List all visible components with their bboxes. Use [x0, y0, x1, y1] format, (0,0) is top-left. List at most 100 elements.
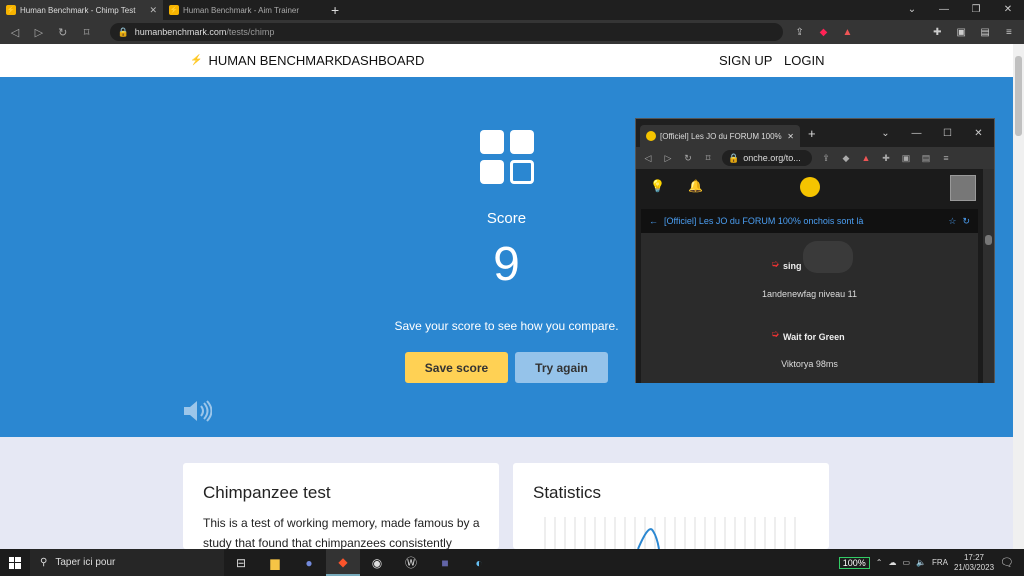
maximize-icon[interactable]: ☐: [932, 128, 963, 139]
restore-icon[interactable]: ❐: [960, 0, 992, 20]
arrow-sticker-icon: ➭: [771, 329, 780, 340]
language-indicator[interactable]: FRA: [932, 558, 948, 567]
file-explorer-icon[interactable]: ▆: [258, 549, 292, 576]
url-bar[interactable]: 🔒 humanbenchmark.com/tests/chimp: [109, 23, 783, 41]
tab-search-icon[interactable]: ⌄: [870, 128, 901, 139]
windows-taskbar: ⚲ Taper ici pour ⊟ ▆ ● ◆ ◉ Ⓦ ■ ◐ 100% ⌃ …: [0, 549, 1024, 576]
thread-header[interactable]: ← [Officiel] Les JO du FORUM 100% onchoi…: [641, 209, 978, 233]
scrollbar-thumb[interactable]: [1015, 56, 1022, 136]
new-tab-icon[interactable]: +: [808, 126, 816, 141]
sound-icon[interactable]: [182, 400, 212, 422]
brand-link[interactable]: ⚡ HUMAN BENCHMARK: [190, 53, 343, 68]
popup-tab-bar: [Officiel] Les JO du FORUM 100% ✕ + ⌄ — …: [636, 119, 994, 147]
close-window-icon[interactable]: ✕: [963, 128, 994, 139]
forward-icon[interactable]: ▷: [32, 26, 46, 39]
dashboard-link[interactable]: DASHBOARD: [342, 53, 424, 68]
wallet-icon[interactable]: ▤: [978, 27, 992, 38]
login-link[interactable]: LOGIN: [784, 53, 824, 68]
brave-rewards-icon[interactable]: ▲: [840, 27, 854, 38]
taskbar-search[interactable]: ⚲ Taper ici pour: [30, 549, 224, 576]
bolt-icon: ⚡: [190, 55, 203, 66]
reload-icon[interactable]: ↻: [56, 26, 70, 39]
close-tab-icon[interactable]: ✕: [149, 5, 157, 16]
back-icon[interactable]: ◁: [8, 26, 22, 39]
taskbar-app-icon[interactable]: ◉: [360, 549, 394, 576]
lightbulb-icon[interactable]: 💡: [650, 179, 665, 193]
extensions-icon[interactable]: ✚: [880, 153, 892, 164]
tab-chimp-test[interactable]: ⚡ Human Benchmark - Chimp Test ✕: [0, 0, 163, 20]
brave-browser-icon[interactable]: ◆: [326, 549, 360, 576]
lock-icon: 🔒: [117, 26, 129, 37]
search-icon: ⚲: [40, 557, 48, 568]
minimize-icon[interactable]: —: [928, 0, 960, 20]
card-title: Chimpanzee test: [203, 483, 331, 502]
share-icon[interactable]: ⇪: [820, 153, 832, 164]
windows-start-icon[interactable]: [0, 556, 30, 569]
sidebar-icon[interactable]: ▣: [900, 153, 912, 164]
bell-icon[interactable]: 🔔: [688, 179, 703, 193]
browser-tab-bar: ⚡ Human Benchmark - Chimp Test ✕ ⚡ Human…: [0, 0, 1024, 20]
info-card: Chimpanzee test This is a test of workin…: [183, 463, 499, 550]
popup-browser-window: [Officiel] Les JO du FORUM 100% ✕ + ⌄ — …: [635, 118, 995, 383]
teams-icon[interactable]: ■: [428, 549, 462, 576]
notifications-icon[interactable]: 🗨: [1000, 556, 1014, 569]
close-tab-icon[interactable]: ✕: [787, 132, 794, 141]
popup-scrollbar[interactable]: [983, 169, 994, 383]
scrollbar-thumb[interactable]: [985, 235, 992, 245]
try-again-button[interactable]: Try again: [515, 352, 608, 383]
tab-title: Human Benchmark - Chimp Test: [20, 5, 136, 15]
tab-search-icon[interactable]: ⌄: [896, 0, 928, 20]
forward-icon[interactable]: ▷: [662, 153, 674, 164]
star-icon[interactable]: ☆: [948, 216, 956, 227]
statistics-title: Statistics: [533, 483, 602, 502]
battery-indicator[interactable]: 100%: [838, 556, 870, 569]
avatar[interactable]: [950, 175, 976, 201]
popup-tab-title: [Officiel] Les JO du FORUM 100%: [660, 131, 782, 141]
onche-logo-icon[interactable]: [800, 177, 820, 197]
signup-link[interactable]: SIGN UP: [719, 53, 772, 68]
brave-rewards-icon[interactable]: ▲: [860, 153, 872, 163]
share-icon[interactable]: ⇪: [793, 27, 807, 38]
menu-icon[interactable]: ≡: [940, 153, 952, 163]
feed-line: Viktorya 98ms: [781, 359, 838, 369]
onche-favicon-icon: [646, 131, 656, 141]
thread-title[interactable]: [Officiel] Les JO du FORUM 100% onchois …: [664, 216, 942, 226]
cloud-icon[interactable]: ☁: [888, 558, 896, 567]
new-tab-icon[interactable]: +: [331, 2, 339, 18]
brave-shield-icon[interactable]: ◆: [840, 153, 852, 164]
sticker-image: [803, 241, 853, 273]
clock[interactable]: 17:27 21/03/2023: [954, 553, 994, 573]
window-controls: ⌄ — ❐ ✕: [896, 0, 1024, 20]
search-placeholder: Taper ici pour: [55, 557, 116, 568]
menu-icon[interactable]: ≡: [1002, 27, 1016, 38]
bookmark-icon[interactable]: ⌑: [702, 153, 714, 164]
steam-icon[interactable]: ◐: [462, 549, 496, 576]
network-icon[interactable]: ▭: [902, 558, 910, 567]
back-arrow-icon[interactable]: ←: [649, 216, 658, 226]
bookmark-icon[interactable]: ⌑: [80, 26, 94, 39]
refresh-icon[interactable]: ↻: [962, 216, 970, 227]
page-scrollbar[interactable]: [1013, 44, 1024, 549]
reload-icon[interactable]: ↻: [682, 153, 694, 164]
feed-line: 1andenewfag niveau 11: [762, 289, 857, 299]
volume-icon[interactable]: 🔈: [916, 558, 926, 567]
extensions-icon[interactable]: ✚: [930, 27, 944, 38]
sidebar-icon[interactable]: ▣: [954, 27, 968, 38]
popup-url-bar[interactable]: 🔒 onche.org/to...: [722, 150, 812, 166]
statistics-card: Statistics: [513, 463, 829, 549]
task-view-icon[interactable]: ⊟: [224, 549, 258, 576]
minimize-icon[interactable]: —: [901, 128, 932, 139]
tray-overflow-icon[interactable]: ⌃: [876, 558, 883, 567]
close-window-icon[interactable]: ✕: [992, 0, 1024, 20]
writer-app-icon[interactable]: Ⓦ: [394, 549, 428, 576]
brave-shield-icon[interactable]: ◆: [817, 27, 831, 38]
discord-icon[interactable]: ●: [292, 549, 326, 576]
save-score-button[interactable]: Save score: [405, 352, 508, 383]
back-icon[interactable]: ◁: [642, 153, 654, 164]
popup-tab[interactable]: [Officiel] Les JO du FORUM 100% ✕: [640, 125, 800, 147]
tab-aim-trainer[interactable]: ⚡ Human Benchmark - Aim Trainer: [163, 0, 323, 20]
arrow-sticker-icon: ➭: [771, 259, 780, 270]
wallet-icon[interactable]: ▤: [920, 153, 932, 164]
brand-name: HUMAN BENCHMARK: [208, 53, 343, 68]
popup-url-text: onche.org/to...: [743, 153, 801, 163]
